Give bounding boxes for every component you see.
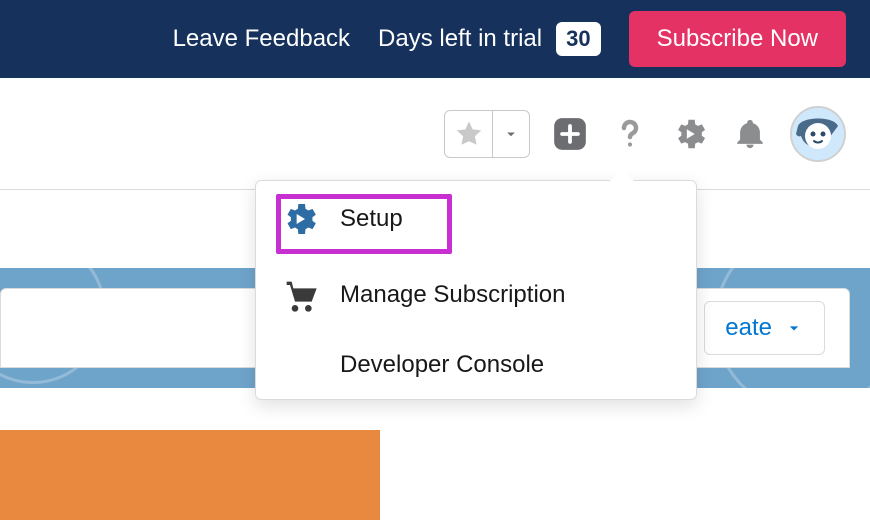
setup-gear-button[interactable]	[670, 114, 710, 154]
question-icon	[612, 116, 648, 152]
avatar-icon	[790, 106, 846, 162]
notifications-button[interactable]	[730, 114, 770, 154]
bell-icon	[733, 117, 767, 151]
trial-bar: Leave Feedback Days left in trial 30 Sub…	[0, 0, 870, 78]
favorites-dropdown-button[interactable]	[493, 111, 529, 157]
setup-menu: Setup Manage Subscription Developer Cons…	[255, 180, 697, 400]
plus-icon	[551, 115, 589, 153]
help-button[interactable]	[610, 114, 650, 154]
setup-menu-item-developer-console[interactable]: Developer Console	[256, 333, 696, 399]
create-button-label: eate	[725, 314, 772, 342]
setup-menu-item-setup[interactable]: Setup	[256, 181, 696, 257]
leave-feedback-link[interactable]: Leave Feedback	[173, 25, 350, 53]
menu-item-label: Developer Console	[340, 351, 544, 379]
star-icon	[454, 119, 484, 149]
user-avatar[interactable]	[790, 106, 846, 162]
global-actions-button[interactable]	[550, 114, 590, 154]
trial-days: Days left in trial 30	[378, 22, 601, 56]
favorite-star-button[interactable]	[445, 111, 493, 157]
trial-days-count: 30	[556, 22, 600, 56]
chevron-down-icon	[784, 318, 804, 338]
gear-icon	[671, 115, 709, 153]
menu-item-label: Manage Subscription	[340, 281, 565, 309]
setup-menu-item-manage-subscription[interactable]: Manage Subscription	[256, 257, 696, 333]
gear-icon	[280, 199, 320, 239]
create-button[interactable]: eate	[704, 301, 825, 355]
favorites-group	[444, 110, 530, 158]
global-header	[0, 78, 870, 190]
subscribe-now-button[interactable]: Subscribe Now	[629, 11, 846, 67]
trial-days-label: Days left in trial	[378, 25, 542, 53]
menu-item-label: Setup	[340, 205, 403, 233]
chevron-down-icon	[502, 125, 520, 143]
decorative-shape	[0, 430, 380, 520]
cart-icon	[280, 275, 320, 315]
